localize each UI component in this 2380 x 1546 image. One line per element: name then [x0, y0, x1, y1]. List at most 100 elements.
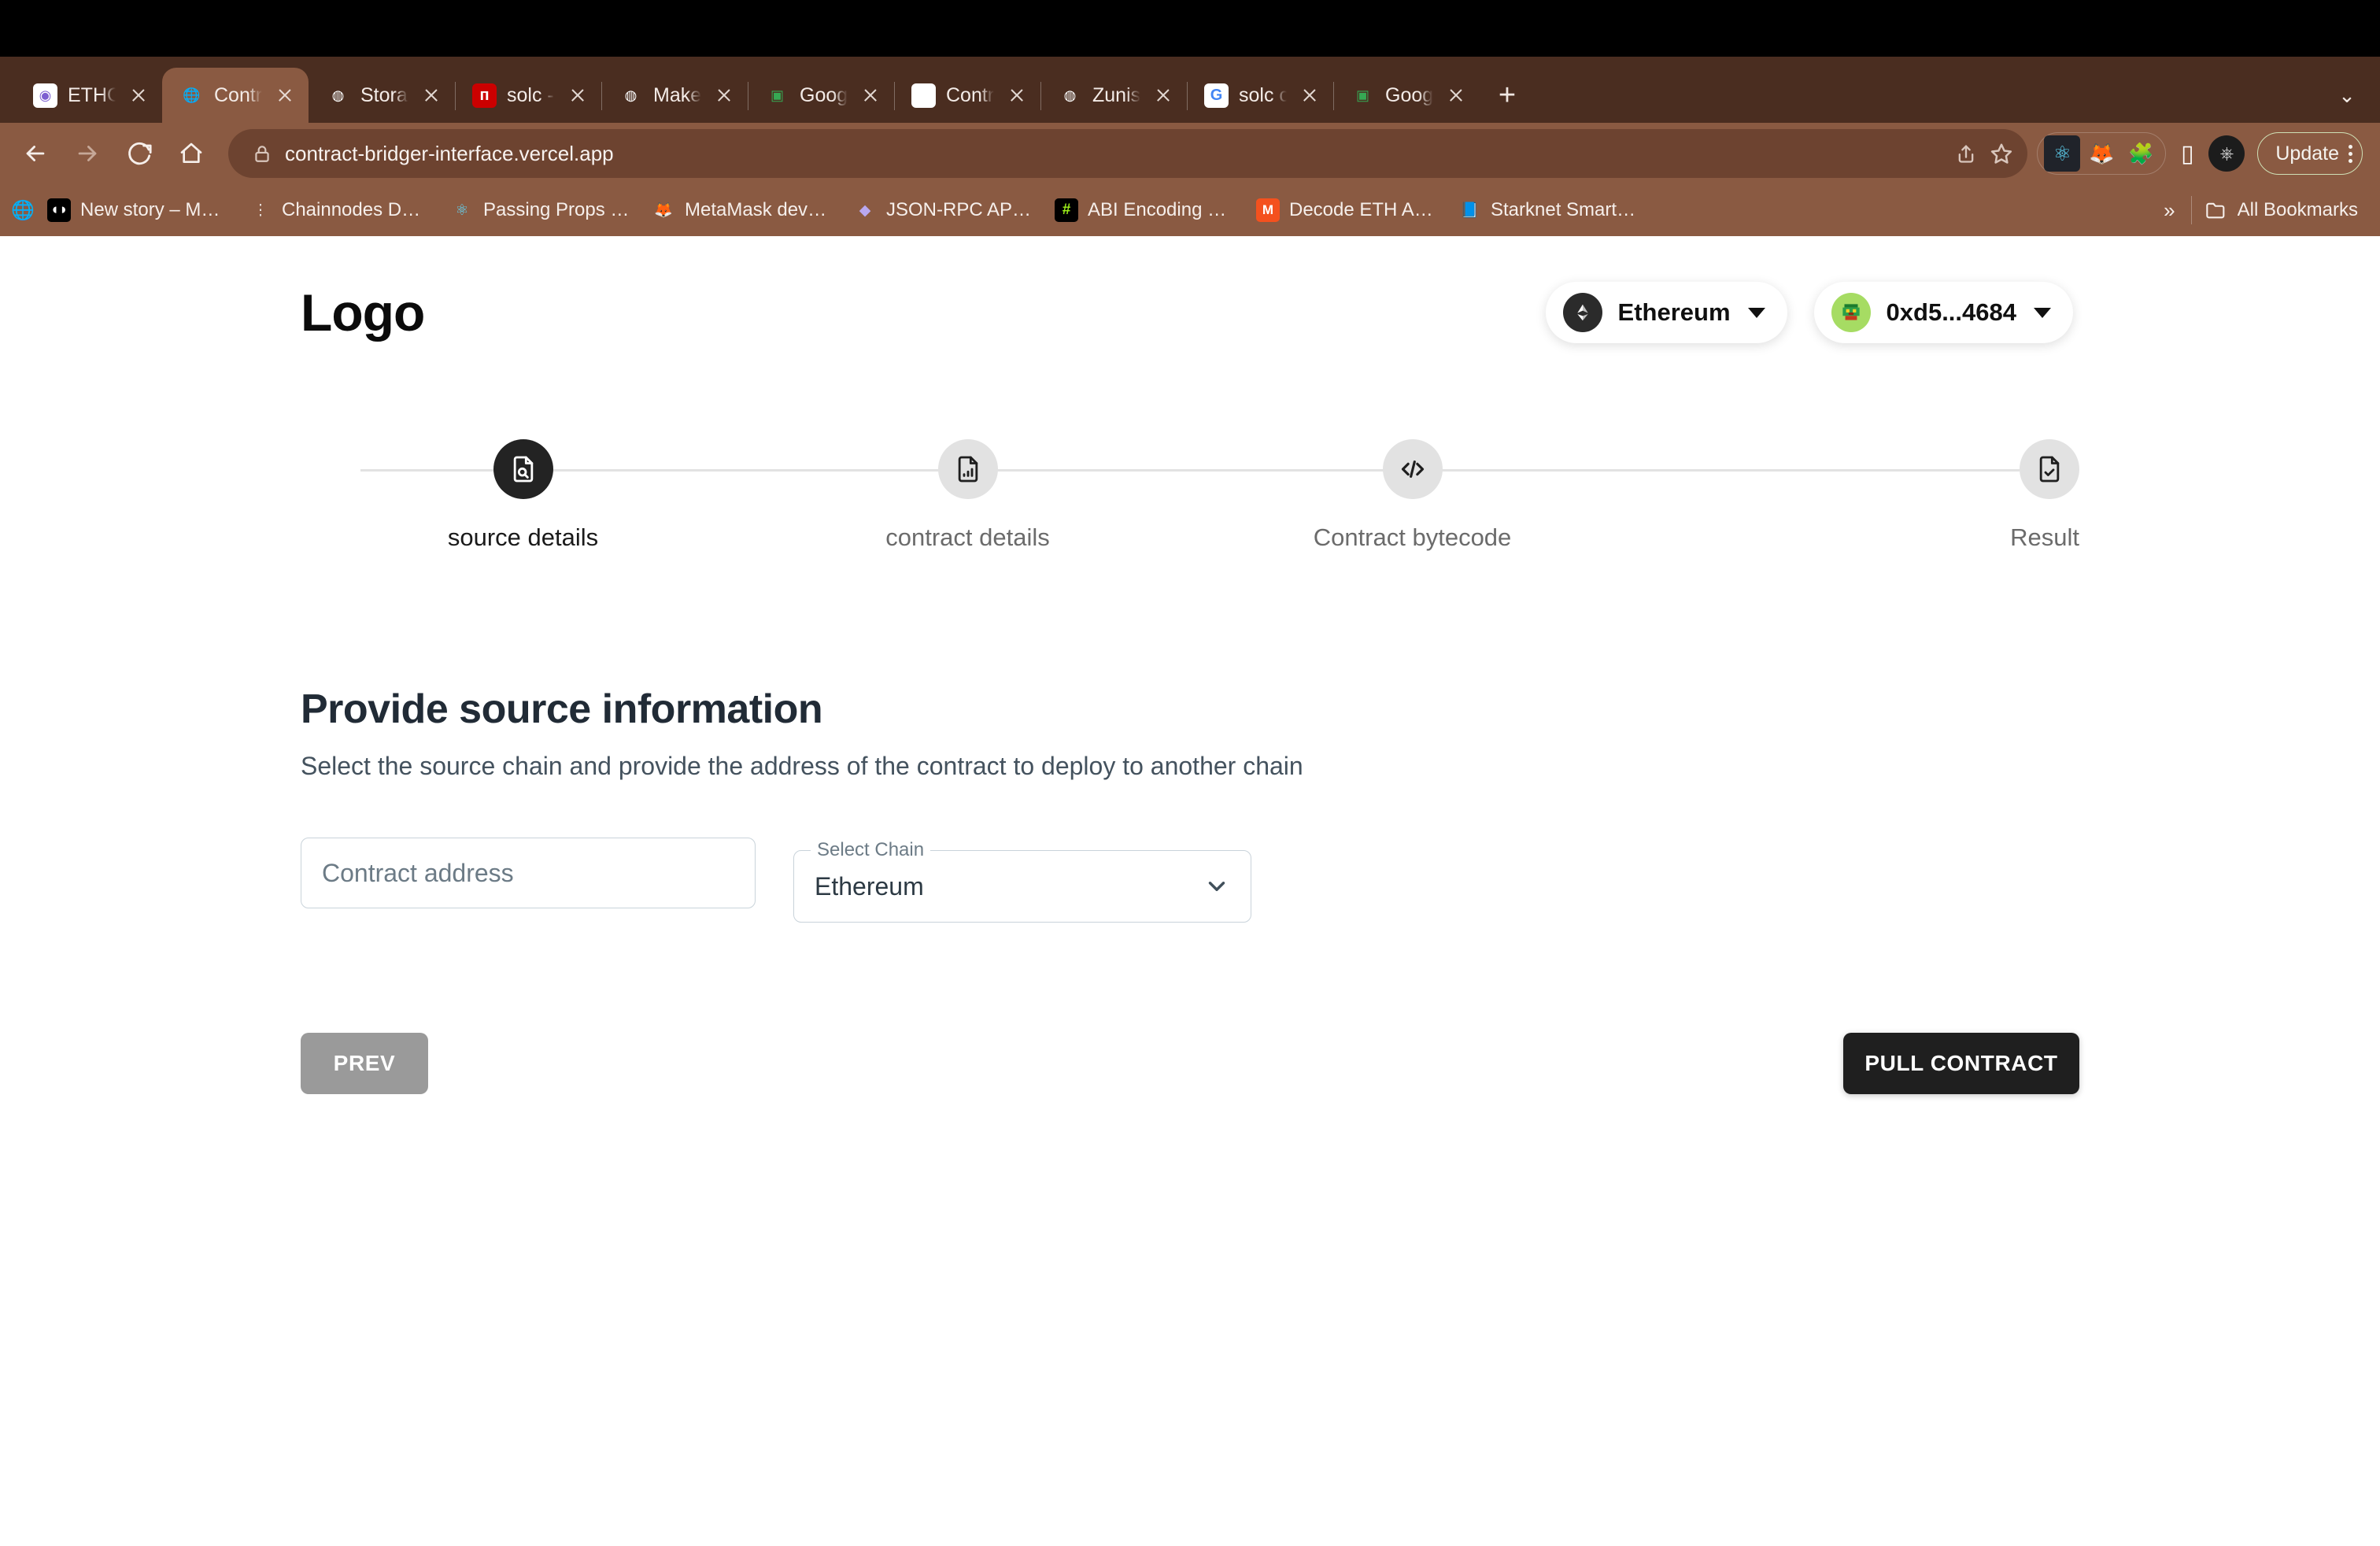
tab-close-icon[interactable]: [565, 83, 590, 108]
progress-stepper: source details contract details Contract…: [301, 439, 2079, 552]
stepper-label: source details: [447, 523, 599, 551]
home-button[interactable]: [167, 129, 216, 178]
chevron-down-icon: [2034, 307, 2051, 318]
browser-tab[interactable]: ▣ Google Mee: [1333, 68, 1480, 123]
stepper-step-source-details[interactable]: source details: [301, 439, 745, 552]
prev-button[interactable]: PREV: [301, 1033, 428, 1094]
tab-favicon: 🌐: [183, 87, 201, 103]
tab-title: ZuniswapV2: [1092, 83, 1140, 106]
bookmark-item[interactable]: ◖◗ New story – Medi...: [39, 194, 236, 227]
stepper-step-contract-details[interactable]: contract details: [745, 439, 1190, 552]
ethereum-icon: ◆: [859, 202, 871, 219]
pull-contract-button[interactable]: PULL CONTRACT: [1843, 1033, 2079, 1094]
document-chart-icon: [937, 439, 998, 499]
form-actions: PREV PULL CONTRACT: [301, 1033, 2079, 1094]
address-bar[interactable]: contract-bridger-interface.vercel.app: [228, 129, 2028, 178]
contract-address-input[interactable]: Contract address: [301, 838, 756, 908]
tab-close-icon[interactable]: [858, 83, 883, 108]
bookmark-label: Starknet Smart Co...: [1491, 199, 1639, 220]
react-devtools-icon[interactable]: ⚛: [2044, 135, 2081, 172]
bookmark-item[interactable]: 🦊 MetaMask develo...: [644, 194, 841, 227]
tab-favicon: ▣: [770, 87, 784, 103]
back-button[interactable]: [11, 129, 60, 178]
book-icon: 📘: [1460, 202, 1479, 219]
bookmark-item[interactable]: # ABI Encoding Serv...: [1047, 194, 1244, 227]
select-chain-label: Select Chain: [811, 841, 931, 860]
code-brackets-icon: [1382, 439, 1443, 499]
update-label: Update: [2275, 142, 2339, 165]
document-search-icon: [493, 439, 553, 499]
stepper-step-result[interactable]: Result: [1635, 439, 2079, 552]
header-actions: Ethereum 0xd5...4684: [1545, 282, 2073, 343]
tab-favicon: ◍: [331, 87, 345, 103]
browser-tab[interactable]: ◉ ETHGlobal |: [16, 68, 162, 123]
tab-close-icon[interactable]: [1004, 83, 1029, 108]
share-icon[interactable]: [1955, 142, 1977, 165]
chevron-down-icon: [1203, 873, 1230, 900]
browser-tab[interactable]: ▣ Google Mee: [748, 68, 894, 123]
all-bookmarks-label: All Bookmarks: [2237, 199, 2358, 220]
network-selector-button[interactable]: Ethereum: [1545, 282, 1787, 343]
tab-close-icon[interactable]: [1151, 83, 1176, 108]
tab-close-icon[interactable]: [1443, 83, 1469, 108]
ethereum-diamond-icon: [1562, 293, 1602, 332]
all-bookmarks-button[interactable]: All Bookmarks: [2197, 194, 2366, 227]
browser-tab-active[interactable]: 🌐 Contract Bri: [162, 68, 309, 123]
folder-icon: [2204, 198, 2228, 222]
tab-close-icon[interactable]: [126, 83, 151, 108]
os-top-bar: [0, 0, 2380, 57]
bookmark-item[interactable]: M Decode ETH ABI...: [1248, 194, 1445, 227]
browser-tab[interactable]: ContractBrid: [894, 68, 1040, 123]
tab-title: Maker: Multi: [653, 83, 701, 106]
browser-chrome: ◉ ETHGlobal | 🌐 Contract Bri ◍ Storage |…: [0, 57, 2380, 236]
browser-tab[interactable]: п solc - npm: [455, 68, 601, 123]
globe-icon[interactable]: 🌐: [11, 198, 35, 222]
bookmark-item[interactable]: ⋮ Chainnodes Dash...: [241, 194, 438, 227]
account-button[interactable]: 0xd5...4684: [1813, 282, 2073, 343]
tab-close-icon[interactable]: [419, 83, 444, 108]
source-information-form: Provide source information Select the so…: [301, 686, 2079, 923]
abi-hash-icon: #: [1055, 198, 1078, 222]
tab-favicon: [911, 83, 936, 108]
chevron-down-icon: [1747, 307, 1765, 318]
metamask-icon[interactable]: 🦊: [2083, 135, 2119, 172]
document-check-icon: [2020, 439, 2079, 499]
browser-tab[interactable]: ◍ Storage | Ad: [309, 68, 455, 123]
form-subheading: Select the source chain and provide the …: [301, 752, 1303, 780]
url-text: contract-bridger-interface.vercel.app: [285, 141, 614, 165]
bookmark-label: ABI Encoding Serv...: [1088, 199, 1236, 220]
tab-close-icon[interactable]: [711, 83, 737, 108]
bookmark-star-icon[interactable]: [1990, 142, 2013, 165]
bookmark-label: Passing Props to a...: [483, 199, 631, 220]
bookmark-label: Chainnodes Dash...: [282, 199, 430, 220]
tab-strip: ◉ ETHGlobal | 🌐 Contract Bri ◍ Storage |…: [0, 57, 2380, 123]
browser-tab[interactable]: ◍ ZuniswapV2: [1040, 68, 1187, 123]
page-content: Logo Ethereum 0xd5...4684 source details…: [0, 236, 2380, 1546]
tab-title: ETHGlobal |: [68, 83, 116, 106]
tab-title: ContractBrid: [946, 83, 994, 106]
new-tab-button[interactable]: +: [1484, 72, 1530, 118]
stepper-connector: [360, 469, 2020, 472]
network-label: Ethereum: [1617, 298, 1731, 326]
bookmarks-overflow-button[interactable]: »: [2153, 198, 2186, 223]
forward-button[interactable]: [63, 129, 112, 178]
update-button[interactable]: Update: [2257, 132, 2363, 175]
extensions-group: ⚛ 🦊 🧩: [2037, 132, 2167, 175]
select-chain-dropdown[interactable]: Ethereum: [793, 850, 1251, 923]
stepper-step-contract-bytecode[interactable]: Contract bytecode: [1190, 439, 1635, 552]
bookmark-item[interactable]: ⚛ Passing Props to a...: [442, 194, 639, 227]
stepper-label: contract details: [885, 523, 1050, 551]
bookmark-item[interactable]: 📘 Starknet Smart Co...: [1450, 194, 1646, 227]
bookmark-label: New story – Medi...: [80, 199, 228, 220]
browser-tab[interactable]: G solc compile: [1187, 68, 1333, 123]
chrome-menu-icon[interactable]: [2349, 144, 2352, 163]
tab-close-icon[interactable]: [272, 83, 298, 108]
extensions-puzzle-icon[interactable]: 🧩: [2123, 135, 2159, 172]
tab-search-button[interactable]: ⌄: [2325, 72, 2369, 118]
tab-close-icon[interactable]: [1297, 83, 1322, 108]
profile-avatar-icon[interactable]: ⎈: [2208, 135, 2245, 172]
bookmark-item[interactable]: ◆ JSON-RPC API | e...: [845, 194, 1042, 227]
reload-button[interactable]: [115, 129, 164, 178]
sidepanel-icon[interactable]: ▯: [2169, 135, 2205, 172]
browser-tab[interactable]: ◍ Maker: Multi: [601, 68, 748, 123]
